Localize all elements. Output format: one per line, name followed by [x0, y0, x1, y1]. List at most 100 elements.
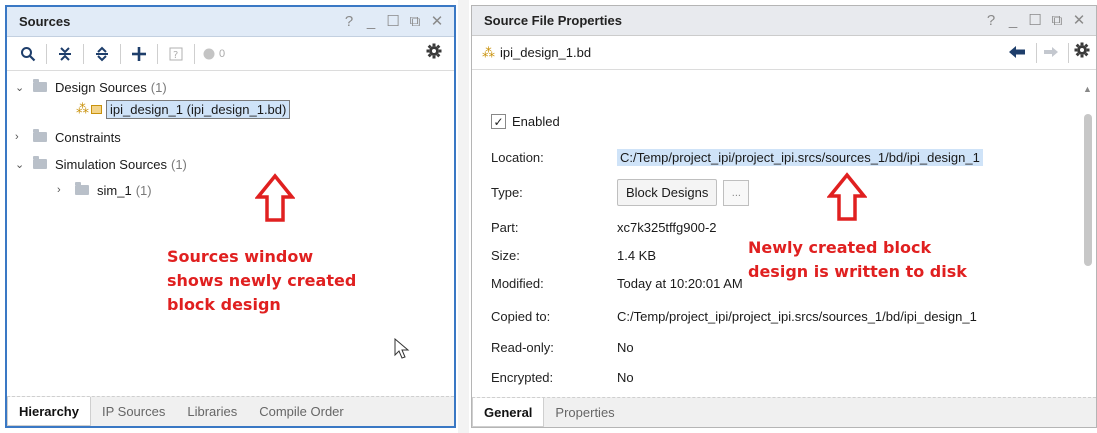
block-design-box-icon — [91, 104, 102, 114]
sources-panel: Sources ? _ ☐ ⧉ ✕ ? 0 ⌄ Design Sources (… — [5, 5, 456, 428]
folder-icon — [33, 129, 47, 142]
copied-to-row: Copied to: C:/Temp/project_ipi/project_i… — [491, 309, 977, 324]
sources-titlebar: Sources ? _ ☐ ⧉ ✕ — [7, 7, 454, 37]
scrollbar-thumb[interactable] — [1084, 114, 1092, 266]
design-sources-label: Design Sources — [55, 79, 147, 95]
properties-annotation-line: Newly created block — [748, 238, 932, 257]
sim-1-count: (1) — [135, 182, 152, 198]
sources-annotation-line: shows newly created — [167, 271, 357, 290]
maximize-icon[interactable]: ☐ — [1028, 13, 1042, 28]
copied-to-value: C:/Temp/project_ipi/project_ipi.srcs/sou… — [617, 309, 977, 324]
folder-icon — [33, 79, 47, 92]
encrypted-row: Encrypted: No — [491, 370, 634, 385]
properties-annotation: Newly created block design is written to… — [748, 236, 967, 284]
read-only-label: Read-only: — [491, 340, 554, 355]
properties-annotation-line: design is written to disk — [748, 262, 967, 281]
close-icon[interactable]: ✕ — [1072, 13, 1086, 28]
properties-window-controls: ? _ ☐ ⧉ ✕ — [984, 13, 1086, 28]
properties-icon[interactable]: ? — [165, 43, 187, 65]
search-icon[interactable] — [17, 43, 39, 65]
enabled-row: ✓ Enabled — [491, 114, 560, 129]
svg-text:?: ? — [173, 50, 178, 61]
help-icon[interactable]: ? — [342, 14, 356, 29]
part-value: xc7k325tffg900-2 — [617, 220, 717, 235]
chevron-right-icon[interactable]: › — [57, 184, 69, 196]
design-sources-count: (1) — [150, 79, 167, 95]
file-name: ipi_design_1.bd — [500, 45, 592, 60]
size-label: Size: — [491, 248, 520, 263]
encrypted-label: Encrypted: — [491, 370, 554, 385]
float-icon[interactable]: ⧉ — [408, 14, 422, 29]
collapse-all-icon[interactable] — [54, 43, 76, 65]
modified-label: Modified: — [491, 276, 544, 291]
sources-annotation-line: Sources window — [167, 247, 314, 266]
minimize-icon[interactable]: _ — [364, 14, 378, 29]
toolbar-separator — [83, 43, 84, 64]
type-label: Type: — [491, 185, 523, 200]
location-value[interactable]: C:/Temp/project_ipi/project_ipi.srcs/sou… — [617, 149, 983, 166]
sources-bottom-tabs: Hierarchy IP Sources Libraries Compile O… — [7, 396, 454, 426]
type-row: Type: Block Designs ... — [491, 179, 750, 206]
properties-toolbar: ⁂ ipi_design_1.bd — [472, 36, 1096, 70]
design-file-label[interactable]: ipi_design_1 (ipi_design_1.bd) — [106, 99, 291, 119]
folder-icon — [33, 156, 47, 169]
tab-hierarchy[interactable]: Hierarchy — [7, 397, 91, 426]
part-row: Part: xc7k325tffg900-2 — [491, 220, 717, 235]
block-design-icon: ⁂ — [482, 44, 495, 60]
sources-annotation-line: block design — [167, 295, 281, 314]
toolbar-separator — [120, 43, 121, 64]
tab-libraries[interactable]: Libraries — [176, 397, 248, 426]
mouse-cursor-icon — [394, 338, 410, 359]
block-design-icon: ⁂ — [76, 101, 89, 116]
properties-titlebar: Source File Properties ? _ ☐ ⧉ ✕ — [472, 6, 1096, 36]
annotation-arrow-up — [827, 172, 867, 221]
toolbar-separator — [1068, 43, 1069, 63]
chevron-right-icon[interactable]: › — [15, 131, 27, 143]
tab-properties[interactable]: Properties — [544, 398, 625, 427]
tab-general[interactable]: General — [472, 398, 545, 427]
annotation-arrow-up — [255, 173, 295, 222]
sources-window-controls: ? _ ☐ ⧉ ✕ — [342, 14, 444, 29]
size-value: 1.4 KB — [617, 248, 657, 263]
size-row: Size: 1.4 KB — [491, 248, 656, 263]
modified-row: Modified: Today at 10:20:01 AM — [491, 276, 743, 291]
forward-arrow-icon[interactable] — [1043, 46, 1059, 61]
close-icon[interactable]: ✕ — [430, 14, 444, 29]
gear-icon[interactable] — [426, 43, 442, 64]
maximize-icon[interactable]: ☐ — [386, 14, 400, 29]
type-button[interactable]: Block Designs — [617, 179, 718, 206]
toolbar-separator — [46, 43, 47, 64]
enabled-checkbox[interactable]: ✓ — [491, 114, 506, 129]
minimize-icon[interactable]: _ — [1006, 13, 1020, 28]
read-only-row: Read-only: No — [491, 340, 634, 355]
tree-row-design-sources[interactable]: ⌄ Design Sources (1) — [15, 76, 167, 98]
simulation-sources-label: Simulation Sources — [55, 156, 167, 172]
gear-icon[interactable] — [1074, 42, 1090, 63]
add-sources-icon[interactable] — [128, 43, 150, 65]
sources-title: Sources — [19, 14, 71, 29]
constraints-label: Constraints — [55, 129, 121, 145]
read-only-value: No — [617, 340, 634, 355]
location-label: Location: — [491, 150, 544, 165]
back-arrow-icon[interactable] — [1008, 45, 1026, 62]
type-more-button[interactable]: ... — [723, 179, 750, 206]
properties-bottom-tabs: General Properties — [472, 397, 1096, 427]
tree-row-simulation-sources[interactable]: ⌄ Simulation Sources (1) — [15, 153, 187, 175]
toolbar-separator — [194, 43, 195, 64]
tree-row-constraints[interactable]: › Constraints — [15, 126, 121, 148]
properties-scrollbar[interactable]: ▲ ▼ — [1082, 84, 1094, 407]
modified-value: Today at 10:20:01 AM — [617, 276, 743, 291]
toolbar-separator — [157, 43, 158, 64]
chevron-down-icon[interactable]: ⌄ — [15, 158, 27, 171]
float-icon[interactable]: ⧉ — [1050, 13, 1064, 28]
copied-to-label: Copied to: — [491, 309, 551, 324]
sources-toolbar: ? 0 — [7, 37, 454, 71]
tree-row-sim-1[interactable]: › sim_1 (1) — [57, 179, 152, 201]
expand-all-icon[interactable] — [91, 43, 113, 65]
chevron-down-icon[interactable]: ⌄ — [15, 81, 27, 94]
tab-ip-sources[interactable]: IP Sources — [91, 397, 176, 426]
help-icon[interactable]: ? — [984, 13, 998, 28]
scroll-up-icon[interactable]: ▲ — [1083, 84, 1092, 94]
tab-compile-order[interactable]: Compile Order — [248, 397, 355, 426]
tree-row-design-file[interactable]: ⁂ ipi_design_1 (ipi_design_1.bd) — [76, 98, 291, 120]
